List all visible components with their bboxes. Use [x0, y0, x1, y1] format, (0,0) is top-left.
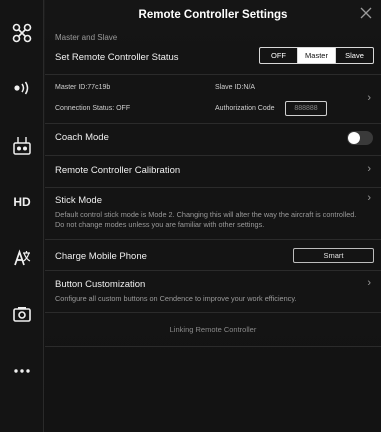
charge-mode-select[interactable]: Smart — [293, 248, 374, 263]
button-customization-label[interactable]: Button Customization — [55, 279, 145, 290]
slave-id: Slave ID:N/A — [215, 84, 256, 91]
divider — [45, 346, 381, 347]
authorization-code-label: Authorization Code — [215, 105, 275, 112]
divider — [45, 239, 381, 240]
section-label-master-slave: Master and Slave — [55, 33, 118, 42]
charge-phone-label: Charge Mobile Phone — [55, 251, 147, 262]
master-id: Master ID:77c19b — [55, 84, 111, 91]
authorization-code-field[interactable]: 888888 — [285, 101, 327, 116]
stick-mode-description: Default control stick mode is Mode 2. Ch… — [55, 210, 357, 229]
chevron-right-icon[interactable]: › — [367, 192, 371, 204]
page-title: Remote Controller Settings — [138, 9, 288, 21]
close-icon[interactable] — [359, 6, 373, 20]
divider — [45, 270, 381, 271]
more-icon[interactable] — [0, 351, 44, 391]
remote-controller-icon[interactable] — [0, 126, 44, 166]
rc-status-segmented-control: OFF Master Slave — [259, 47, 374, 64]
divider — [45, 187, 381, 188]
linking-rc-button[interactable]: Linking Remote Controller — [45, 325, 381, 334]
settings-panel: Remote Controller Settings Master and Sl… — [45, 0, 381, 432]
divider — [45, 123, 381, 124]
coach-mode-toggle[interactable] — [347, 131, 373, 145]
chevron-right-icon[interactable]: › — [367, 92, 371, 104]
chevron-right-icon[interactable]: › — [367, 163, 371, 175]
status-option-master[interactable]: Master — [298, 48, 336, 63]
sidebar: HD — [0, 0, 44, 432]
toggle-knob — [348, 132, 360, 144]
status-option-slave[interactable]: Slave — [336, 48, 373, 63]
hd-label[interactable]: HD — [0, 182, 44, 222]
signal-icon[interactable] — [0, 68, 44, 108]
coach-mode-label: Coach Mode — [55, 132, 109, 143]
connection-status: Connection Status: OFF — [55, 105, 131, 112]
rc-calibration-label[interactable]: Remote Controller Calibration — [55, 165, 180, 176]
divider — [45, 312, 381, 313]
stick-mode-label[interactable]: Stick Mode — [55, 195, 102, 206]
divider — [45, 155, 381, 156]
aircraft-icon[interactable] — [0, 13, 44, 53]
button-customization-description: Configure all custom buttons on Cendence… — [55, 294, 297, 303]
camera-icon[interactable] — [0, 294, 44, 334]
rc-status-label: Set Remote Controller Status — [55, 52, 179, 63]
general-settings-icon[interactable] — [0, 238, 44, 278]
chevron-right-icon[interactable]: › — [367, 277, 371, 289]
divider — [45, 74, 381, 75]
status-option-off[interactable]: OFF — [260, 48, 298, 63]
